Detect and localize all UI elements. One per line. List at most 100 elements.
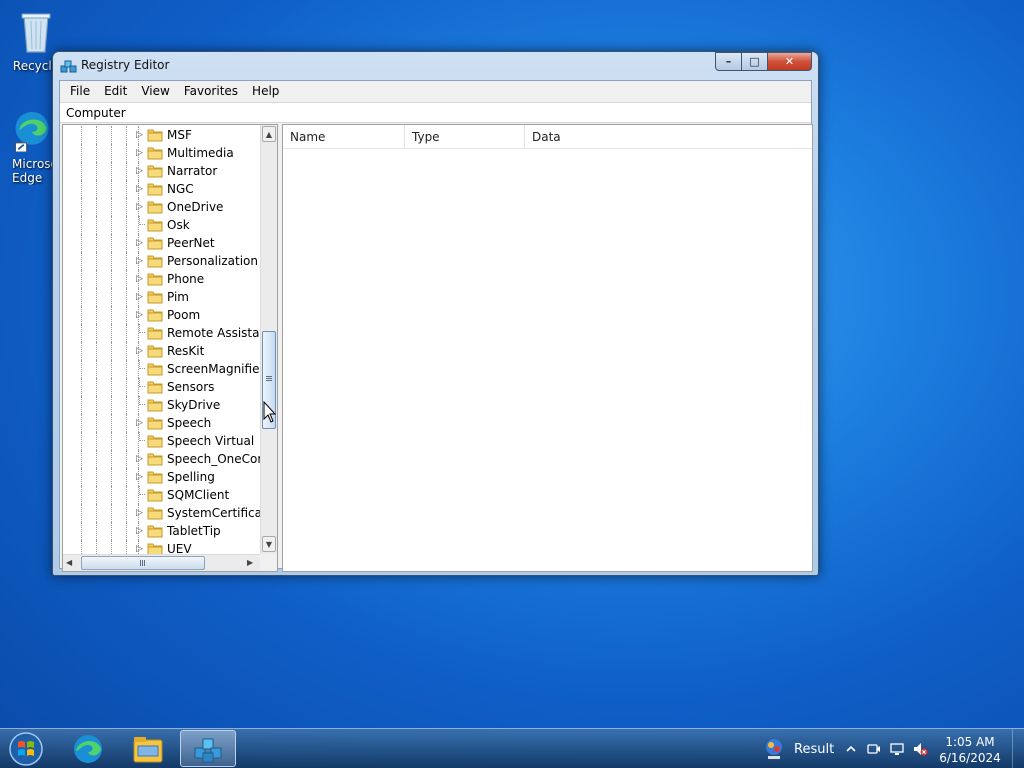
expand-triangle-icon[interactable]: ▷ xyxy=(136,471,145,483)
tree-item-label: Osk xyxy=(167,218,190,232)
tree-item[interactable]: ▷ OneDrive xyxy=(63,198,260,216)
network-tray-icon[interactable] xyxy=(889,741,905,757)
tree-item[interactable]: ▷ Pim xyxy=(63,288,260,306)
tree-item[interactable]: ▷ Multimedia xyxy=(63,144,260,162)
tree-guide-line xyxy=(126,360,127,378)
folder-icon xyxy=(147,289,163,304)
tree-item[interactable]: Speech Virtual xyxy=(63,432,260,450)
tree-item[interactable]: ▷ NGC xyxy=(63,180,260,198)
menu-edit[interactable]: Edit xyxy=(97,81,134,101)
tree-guide-line xyxy=(96,450,97,468)
tree-guide-line xyxy=(126,162,127,180)
folder-icon xyxy=(147,271,163,286)
registry-tree-pane[interactable]: ▷ MSF ▷ Multimedia ▷ Narrator ▷ NGC ▷ OneDrive Osk… xyxy=(62,124,278,572)
address-bar[interactable]: Computer xyxy=(60,102,811,123)
tree-guide-line xyxy=(111,468,112,486)
tree-guide-line xyxy=(81,342,82,360)
tree-guide-line xyxy=(111,288,112,306)
tree-item-label: Speech_OneCore xyxy=(167,452,260,466)
tree-item[interactable]: SkyDrive xyxy=(63,396,260,414)
scroll-down-arrow-icon[interactable]: ▼ xyxy=(262,536,276,552)
registry-values-pane[interactable]: Name Type Data xyxy=(282,124,813,572)
expand-triangle-icon[interactable]: ▷ xyxy=(136,507,145,519)
show-desktop-button[interactable] xyxy=(1012,729,1024,768)
registry-editor-window[interactable]: Registry Editor – □ ✕ File Edit View Fav… xyxy=(52,51,819,576)
taskbar-edge[interactable] xyxy=(60,730,116,767)
tree-item[interactable]: ▷ PeerNet xyxy=(63,234,260,252)
tree-item[interactable]: SQMClient xyxy=(63,486,260,504)
expand-triangle-icon[interactable]: ▷ xyxy=(136,183,145,195)
tree-item-label: Speech xyxy=(167,416,212,430)
tree-item[interactable]: ▷ Spelling xyxy=(63,468,260,486)
expand-triangle-icon[interactable]: ▷ xyxy=(136,525,145,537)
maximize-button[interactable]: □ xyxy=(742,52,768,71)
tree-item[interactable]: ▷ UEV xyxy=(63,540,260,554)
close-button[interactable]: ✕ xyxy=(768,52,812,71)
menu-file[interactable]: File xyxy=(63,81,97,101)
tree-item[interactable]: ▷ Personalization xyxy=(63,252,260,270)
menu-view[interactable]: View xyxy=(134,81,176,101)
column-data[interactable]: Data xyxy=(525,125,814,149)
horizontal-scroll-thumb[interactable] xyxy=(81,556,205,570)
minimize-button[interactable]: – xyxy=(715,52,742,71)
scroll-left-arrow-icon[interactable]: ◀ xyxy=(66,558,72,567)
show-hidden-icons-chevron-icon[interactable] xyxy=(843,741,859,757)
expand-triangle-icon[interactable]: ▷ xyxy=(136,453,145,465)
expand-triangle-icon[interactable]: ▷ xyxy=(136,291,145,303)
camera-tray-icon[interactable] xyxy=(866,741,882,757)
tree-guide-line xyxy=(96,414,97,432)
system-clock[interactable]: 1:05 AM 6/16/2024 xyxy=(938,734,1002,766)
tree-item[interactable]: ▷ MSF xyxy=(63,126,260,144)
folder-icon xyxy=(147,433,163,448)
column-name[interactable]: Name xyxy=(283,125,405,149)
menu-favorites[interactable]: Favorites xyxy=(177,81,245,101)
tree-item[interactable]: ▷ Speech_OneCore xyxy=(63,450,260,468)
tree-item[interactable]: Osk xyxy=(63,216,260,234)
expand-triangle-icon[interactable]: ▷ xyxy=(136,417,145,429)
tree-item[interactable]: Remote Assistance xyxy=(63,324,260,342)
tree-item-label: PeerNet xyxy=(167,236,215,250)
tree-guide-line xyxy=(111,360,112,378)
taskbar-file-explorer[interactable] xyxy=(120,730,176,767)
expand-triangle-icon[interactable]: ▷ xyxy=(136,165,145,177)
scroll-right-arrow-icon[interactable]: ▶ xyxy=(247,558,253,567)
expand-triangle-icon[interactable]: ▷ xyxy=(136,147,145,159)
tree-guide-line xyxy=(126,522,127,540)
football-trophy-icon xyxy=(766,739,782,759)
tree-item[interactable]: ▷ SystemCertificates xyxy=(63,504,260,522)
clock-date: 6/16/2024 xyxy=(939,751,1001,765)
start-button[interactable] xyxy=(5,731,47,767)
taskbar-registry-editor[interactable] xyxy=(180,730,236,767)
tree-guide-line xyxy=(96,252,97,270)
expand-triangle-icon[interactable]: ▷ xyxy=(136,255,145,267)
tree-guide-line xyxy=(126,288,127,306)
volume-muted-icon[interactable] xyxy=(912,741,928,757)
edge-icon xyxy=(74,734,102,763)
tree-vertical-scrollbar[interactable]: ▲ ▼ xyxy=(260,125,277,554)
expand-triangle-icon[interactable]: ▷ xyxy=(136,345,145,357)
tray-result-widget[interactable]: Result xyxy=(762,737,834,761)
tree-item[interactable]: ▷ Phone xyxy=(63,270,260,288)
tree-item-label: Phone xyxy=(167,272,205,286)
tree-item[interactable]: ▷ Speech xyxy=(63,414,260,432)
tree-guide-line xyxy=(96,288,97,306)
tree-item[interactable]: ▷ TabletTip xyxy=(63,522,260,540)
column-type[interactable]: Type xyxy=(405,125,525,149)
expand-triangle-icon[interactable]: ▷ xyxy=(136,129,145,141)
expand-triangle-icon[interactable]: ▷ xyxy=(136,309,145,321)
registry-tree[interactable]: ▷ MSF ▷ Multimedia ▷ Narrator ▷ NGC ▷ OneDrive Osk… xyxy=(63,125,260,554)
expand-triangle-icon[interactable]: ▷ xyxy=(136,201,145,213)
tree-horizontal-scrollbar[interactable]: ◀ ▶ xyxy=(63,554,260,571)
tree-item[interactable]: ScreenMagnifier xyxy=(63,360,260,378)
tree-item[interactable]: ▷ Narrator xyxy=(63,162,260,180)
tree-guide-line xyxy=(96,180,97,198)
menu-help[interactable]: Help xyxy=(245,81,286,101)
tree-item[interactable]: Sensors xyxy=(63,378,260,396)
expand-triangle-icon[interactable]: ▷ xyxy=(136,543,145,554)
tree-item[interactable]: ▷ ResKit xyxy=(63,342,260,360)
tree-item[interactable]: ▷ Poom xyxy=(63,306,260,324)
expand-triangle-icon[interactable]: ▷ xyxy=(136,237,145,249)
expand-triangle-icon[interactable]: ▷ xyxy=(136,273,145,285)
scroll-up-arrow-icon[interactable]: ▲ xyxy=(262,126,276,142)
title-bar[interactable]: Registry Editor – □ ✕ xyxy=(53,52,818,80)
